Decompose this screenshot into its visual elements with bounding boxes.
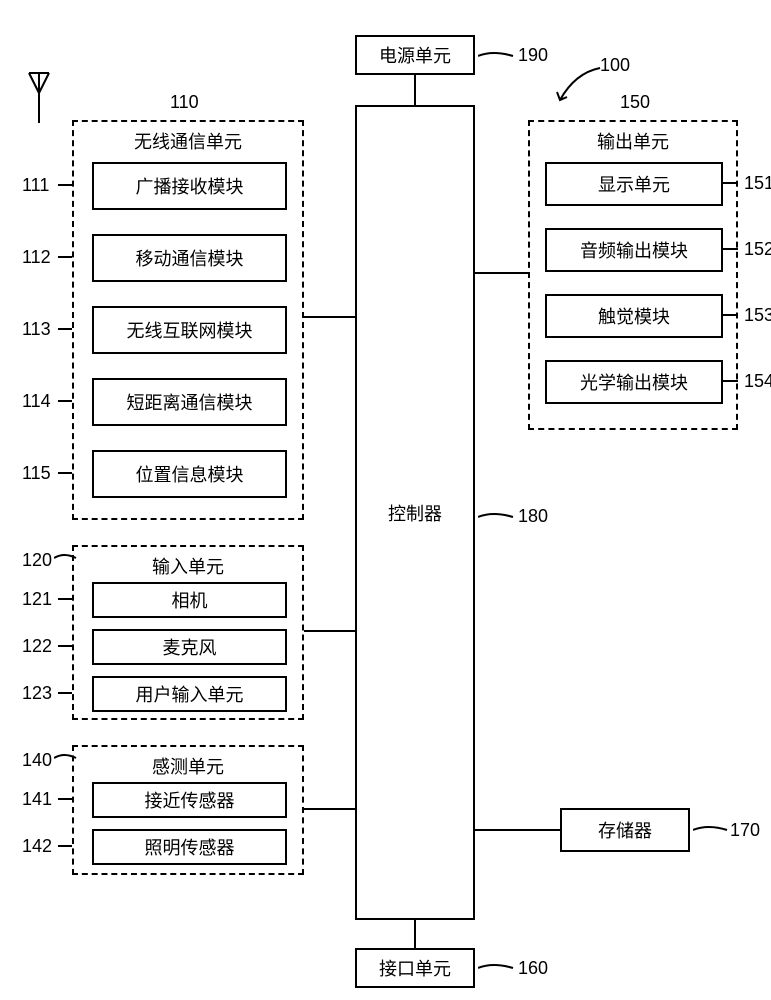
ref-camera: 121 xyxy=(22,589,52,610)
ref-input: 120 xyxy=(22,550,52,571)
shortrange-module: 短距离通信模块 xyxy=(92,378,287,426)
broadcast-module: 广播接收模块 xyxy=(92,162,287,210)
display-module: 显示单元 xyxy=(545,162,723,206)
ref-display: 151 xyxy=(744,173,771,194)
dash-152 xyxy=(722,248,738,250)
ref-broadcast: 111 xyxy=(22,175,49,196)
haptic-module: 触觉模块 xyxy=(545,294,723,338)
input-group-title: 输入单元 xyxy=(74,553,302,579)
ref-controller: 180 xyxy=(518,506,548,527)
mobilecomm-module: 移动通信模块 xyxy=(92,234,287,282)
audio-module: 音频输出模块 xyxy=(545,228,723,272)
connector-memory xyxy=(475,829,560,831)
power-unit-label: 电源单元 xyxy=(379,42,451,68)
leader-memory xyxy=(693,823,729,837)
ref-location: 115 xyxy=(22,463,51,484)
dash-114 xyxy=(58,400,72,402)
dash-142 xyxy=(58,845,72,847)
ref-proximity: 141 xyxy=(22,789,52,810)
dash-154 xyxy=(722,380,738,382)
ref-shortrange: 114 xyxy=(22,391,51,412)
dash-111 xyxy=(58,184,72,186)
ref-mic: 122 xyxy=(22,636,52,657)
wlan-module: 无线互联网模块 xyxy=(92,306,287,354)
dash-115 xyxy=(58,472,72,474)
mic-module: 麦克风 xyxy=(92,629,287,665)
antenna-icon xyxy=(24,68,54,133)
dash-122 xyxy=(58,645,72,647)
dash-141 xyxy=(58,798,72,800)
illumination-module: 照明传感器 xyxy=(92,829,287,865)
connector-wireless xyxy=(304,316,355,318)
ref-sensing: 140 xyxy=(22,750,52,771)
ref-power: 190 xyxy=(518,45,548,66)
dash-121 xyxy=(58,598,72,600)
proximity-module: 接近传感器 xyxy=(92,782,287,818)
ref-wireless: 110 xyxy=(170,92,199,113)
output-group: 输出单元 显示单元 音频输出模块 触觉模块 光学输出模块 xyxy=(528,120,738,430)
ref-wlan: 113 xyxy=(22,319,51,340)
connector-sensing xyxy=(304,808,355,810)
ref-audio: 152 xyxy=(744,239,771,260)
ref-optical: 154 xyxy=(744,371,771,392)
dash-151 xyxy=(722,182,738,184)
connector-input xyxy=(304,630,355,632)
userinput-module: 用户输入单元 xyxy=(92,676,287,712)
dash-113 xyxy=(58,328,72,330)
ref-memory: 170 xyxy=(730,820,760,841)
dash-123 xyxy=(58,692,72,694)
memory-block: 存储器 xyxy=(560,808,690,852)
optical-module: 光学输出模块 xyxy=(545,360,723,404)
leader-sensing xyxy=(54,751,78,765)
dash-112 xyxy=(58,256,72,258)
ref-output: 150 xyxy=(620,92,650,113)
connector-power-controller xyxy=(414,75,416,105)
controller-label: 控制器 xyxy=(388,500,442,526)
ref-mobilecomm: 112 xyxy=(22,247,51,268)
sensing-group-title: 感测单元 xyxy=(74,753,302,779)
controller-block: 控制器 xyxy=(355,105,475,920)
leader-input xyxy=(54,551,78,565)
sensing-group: 感测单元 接近传感器 照明传感器 xyxy=(72,745,304,875)
ref-interface: 160 xyxy=(518,958,548,979)
input-group: 输入单元 相机 麦克风 用户输入单元 xyxy=(72,545,304,720)
connector-output xyxy=(475,272,528,274)
ref-userinput: 123 xyxy=(22,683,52,704)
leader-interface xyxy=(478,961,518,975)
leader-controller xyxy=(478,509,518,525)
wireless-group-title: 无线通信单元 xyxy=(74,128,302,154)
camera-module: 相机 xyxy=(92,582,287,618)
interface-block: 接口单元 xyxy=(355,948,475,988)
ref-illumination: 142 xyxy=(22,836,52,857)
wireless-group: 无线通信单元 广播接收模块 移动通信模块 无线互联网模块 短距离通信模块 位置信… xyxy=(72,120,304,520)
output-group-title: 输出单元 xyxy=(530,128,736,154)
ref-haptic: 153 xyxy=(744,305,771,326)
memory-label: 存储器 xyxy=(598,817,652,843)
dash-153 xyxy=(722,314,738,316)
leader-curve-main xyxy=(555,65,605,105)
interface-label: 接口单元 xyxy=(379,955,451,981)
location-module: 位置信息模块 xyxy=(92,450,287,498)
connector-interface xyxy=(414,920,416,948)
power-unit-block: 电源单元 xyxy=(355,35,475,75)
leader-power xyxy=(478,48,518,64)
